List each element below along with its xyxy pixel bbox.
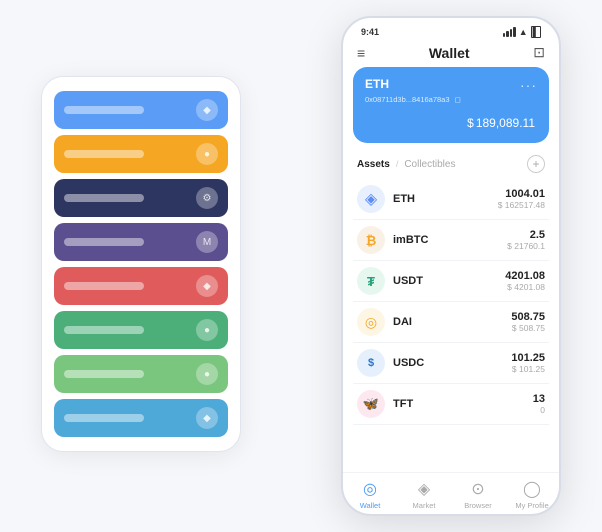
card-line xyxy=(64,238,144,246)
card-icon: ◆ xyxy=(196,99,218,121)
asset-amount: 2.5 xyxy=(507,229,545,241)
imbtc-token-icon: ₿ xyxy=(357,226,385,254)
card-line xyxy=(64,150,144,158)
table-row[interactable]: ◎ DAI 508.75 $ 508.75 xyxy=(353,302,549,343)
nav-item-browser[interactable]: ⊙ Browser xyxy=(451,479,505,510)
scan-icon[interactable]: ⊡ xyxy=(533,44,545,61)
eth-more-icon[interactable]: ··· xyxy=(520,77,537,93)
eth-balance: $189,089.11 xyxy=(365,110,537,133)
tab-assets[interactable]: Assets xyxy=(357,159,390,170)
page-title: Wallet xyxy=(429,45,470,61)
status-icons: ▲ ▌ xyxy=(503,26,541,38)
status-time: 9:41 xyxy=(361,27,379,37)
card-icon: M xyxy=(196,231,218,253)
asset-amount: 508.75 xyxy=(511,311,545,323)
card-line xyxy=(64,282,144,290)
asset-name: USDT xyxy=(393,275,423,287)
card-line xyxy=(64,326,144,334)
asset-usd: $ 4201.08 xyxy=(505,282,545,292)
card-line xyxy=(64,414,144,422)
phone-mockup: 9:41 ▲ ▌ ≡ Wallet ⊡ ETH ··· xyxy=(341,16,561,516)
usdc-token-icon: $ xyxy=(357,349,385,377)
menu-icon[interactable]: ≡ xyxy=(357,45,365,61)
asset-usd: $ 162517.48 xyxy=(498,200,545,210)
wifi-icon: ▲ xyxy=(519,27,528,37)
assets-tabs: Assets / Collectibles xyxy=(357,159,455,170)
dai-token-icon: ◎ xyxy=(357,308,385,336)
nav-item-wallet[interactable]: ◎ Wallet xyxy=(343,479,397,510)
scene: ◆ ● ⚙ M ◆ ● ● ◆ xyxy=(21,16,581,516)
bottom-nav: ◎ Wallet ◈ Market ⊙ Browser ◯ My Profile xyxy=(343,472,559,514)
tft-token-icon: 🦋 xyxy=(357,390,385,418)
asset-name: TFT xyxy=(393,398,413,410)
card-stack: ◆ ● ⚙ M ◆ ● ● ◆ xyxy=(41,76,241,452)
list-item[interactable]: ◆ xyxy=(54,267,228,305)
tab-separator: / xyxy=(396,159,399,169)
card-line xyxy=(64,370,144,378)
table-row[interactable]: 🦋 TFT 13 0 xyxy=(353,384,549,425)
table-row[interactable]: ₮ USDT 4201.08 $ 4201.08 xyxy=(353,261,549,302)
card-line xyxy=(64,106,144,114)
card-icon: ● xyxy=(196,363,218,385)
add-asset-button[interactable]: + xyxy=(527,155,545,173)
status-bar: 9:41 ▲ ▌ xyxy=(343,18,559,40)
market-nav-icon: ◈ xyxy=(418,479,430,499)
table-row[interactable]: ₿ imBTC 2.5 $ 21760.1 xyxy=(353,220,549,261)
table-row[interactable]: $ USDC 101.25 $ 101.25 xyxy=(353,343,549,384)
nav-label-profile: My Profile xyxy=(515,501,548,510)
nav-label-wallet: Wallet xyxy=(360,501,381,510)
tab-collectibles[interactable]: Collectibles xyxy=(404,159,455,170)
card-icon: ● xyxy=(196,143,218,165)
table-row[interactable]: ◈ ETH 1004.01 $ 162517.48 xyxy=(353,179,549,220)
asset-name: imBTC xyxy=(393,234,428,246)
eth-card[interactable]: ETH ··· 0x08711d3b...8416a78a3 ◻ $189,08… xyxy=(353,67,549,143)
asset-name: USDC xyxy=(393,357,424,369)
usdt-token-icon: ₮ xyxy=(357,267,385,295)
eth-card-top: ETH ··· xyxy=(365,77,537,93)
list-item[interactable]: ● xyxy=(54,135,228,173)
nav-label-browser: Browser xyxy=(464,501,492,510)
nav-label-market: Market xyxy=(413,501,436,510)
battery-icon: ▌ xyxy=(531,26,541,38)
browser-nav-icon: ⊙ xyxy=(471,479,484,499)
asset-amount: 1004.01 xyxy=(498,188,545,200)
eth-token-icon: ◈ xyxy=(357,185,385,213)
assets-header: Assets / Collectibles + xyxy=(343,151,559,179)
asset-amount: 13 xyxy=(533,393,545,405)
asset-usd: $ 508.75 xyxy=(511,323,545,333)
list-item[interactable]: ◆ xyxy=(54,399,228,437)
asset-usd: $ 21760.1 xyxy=(507,241,545,251)
asset-list: ◈ ETH 1004.01 $ 162517.48 ₿ imBTC 2.5 $ … xyxy=(343,179,559,472)
phone-header: ≡ Wallet ⊡ xyxy=(343,40,559,67)
asset-amount: 101.25 xyxy=(511,352,545,364)
asset-name: ETH xyxy=(393,193,415,205)
asset-amount: 4201.08 xyxy=(505,270,545,282)
eth-label: ETH xyxy=(365,77,389,91)
nav-item-profile[interactable]: ◯ My Profile xyxy=(505,479,559,510)
profile-nav-icon: ◯ xyxy=(523,479,541,499)
signal-icon xyxy=(503,27,516,37)
list-item[interactable]: ● xyxy=(54,311,228,349)
list-item[interactable]: M xyxy=(54,223,228,261)
list-item[interactable]: ⚙ xyxy=(54,179,228,217)
card-icon: ⚙ xyxy=(196,187,218,209)
eth-address: 0x08711d3b...8416a78a3 ◻ xyxy=(365,95,537,104)
list-item[interactable]: ◆ xyxy=(54,91,228,129)
nav-item-market[interactable]: ◈ Market xyxy=(397,479,451,510)
list-item[interactable]: ● xyxy=(54,355,228,393)
card-icon: ◆ xyxy=(196,275,218,297)
card-icon: ● xyxy=(196,319,218,341)
card-icon: ◆ xyxy=(196,407,218,429)
card-line xyxy=(64,194,144,202)
asset-name: DAI xyxy=(393,316,412,328)
asset-usd: $ 101.25 xyxy=(511,364,545,374)
wallet-nav-icon: ◎ xyxy=(363,479,377,499)
asset-usd: 0 xyxy=(533,405,545,415)
